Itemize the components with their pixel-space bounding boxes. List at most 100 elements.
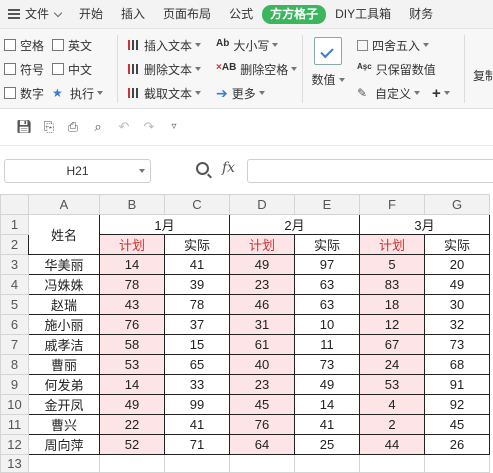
- name-cell[interactable]: 华美丽: [28, 254, 100, 275]
- plan-value-cell[interactable]: 52: [99, 434, 165, 455]
- row-header[interactable]: 11: [0, 414, 29, 435]
- actual-value-cell[interactable]: 63: [294, 274, 360, 295]
- actual-value-cell[interactable]: 32: [424, 314, 490, 335]
- actual-value-cell[interactable]: 30: [424, 294, 490, 315]
- actual-value-cell[interactable]: 65: [164, 354, 230, 375]
- delete-space-button[interactable]: ×AB 删除空格: [216, 59, 298, 79]
- month-header-cell[interactable]: 1月: [99, 214, 230, 235]
- plan-value-cell[interactable]: 22: [99, 414, 165, 435]
- name-cell[interactable]: 何发弟: [28, 374, 100, 395]
- redo-icon[interactable]: ↷: [142, 120, 156, 134]
- column-header-E[interactable]: E: [294, 194, 360, 215]
- print-preview-icon[interactable]: ⌕: [91, 120, 105, 134]
- value-button[interactable]: 数值: [310, 37, 346, 88]
- name-cell[interactable]: 戚孝洁: [28, 334, 100, 355]
- row-header[interactable]: 7: [0, 334, 29, 355]
- plan-value-cell[interactable]: 18: [359, 294, 425, 315]
- undo-icon[interactable]: ↶: [117, 120, 131, 134]
- zoom-icon[interactable]: [196, 162, 209, 175]
- actual-value-cell[interactable]: 11: [294, 334, 360, 355]
- actual-value-cell[interactable]: 41: [164, 254, 230, 275]
- actual-value-cell[interactable]: 25: [294, 434, 360, 455]
- plan-header-cell[interactable]: 计划: [359, 234, 425, 255]
- tab-fangfang-gezi[interactable]: 方方格子: [262, 4, 327, 24]
- plan-value-cell[interactable]: 83: [359, 274, 425, 295]
- tab-finance[interactable]: 财务: [400, 0, 442, 28]
- plan-value-cell[interactable]: 49: [99, 394, 165, 415]
- row-header[interactable]: 13: [0, 454, 29, 473]
- plan-header-cell[interactable]: 计划: [229, 234, 295, 255]
- plan-value-cell[interactable]: 4: [359, 394, 425, 415]
- actual-value-cell[interactable]: 49: [294, 374, 360, 395]
- plan-header-cell[interactable]: 计划: [99, 234, 165, 255]
- check-space[interactable]: 空格: [4, 35, 44, 55]
- plan-value-cell[interactable]: 23: [229, 374, 295, 395]
- empty-cell[interactable]: [164, 454, 230, 473]
- plan-value-cell[interactable]: 49: [229, 254, 295, 275]
- empty-cell[interactable]: [229, 454, 295, 473]
- plan-value-cell[interactable]: 12: [359, 314, 425, 335]
- plan-value-cell[interactable]: 14: [99, 254, 165, 275]
- plan-value-cell[interactable]: 46: [229, 294, 295, 315]
- plan-value-cell[interactable]: 24: [359, 354, 425, 375]
- row-header[interactable]: 10: [0, 394, 29, 415]
- print-icon[interactable]: ⎙: [66, 120, 80, 134]
- actual-value-cell[interactable]: 39: [164, 274, 230, 295]
- column-header-F[interactable]: F: [359, 194, 425, 215]
- plan-value-cell[interactable]: 61: [229, 334, 295, 355]
- actual-value-cell[interactable]: 20: [424, 254, 490, 275]
- check-symbol[interactable]: 符号: [4, 59, 44, 79]
- fx-icon[interactable]: fx: [222, 160, 235, 176]
- format-painter-icon[interactable]: ⎘: [42, 120, 56, 134]
- insert-text-button[interactable]: 插入文本: [126, 35, 202, 55]
- tab-home[interactable]: 开始: [70, 0, 112, 28]
- customize-dropdown-icon[interactable]: ▿: [167, 120, 181, 134]
- actual-value-cell[interactable]: 73: [294, 354, 360, 375]
- check-chinese[interactable]: 中文: [52, 59, 92, 79]
- empty-cell[interactable]: [359, 454, 425, 473]
- save-icon[interactable]: 💾︎: [16, 120, 33, 134]
- actual-value-cell[interactable]: 33: [164, 374, 230, 395]
- plan-value-cell[interactable]: 14: [99, 374, 165, 395]
- row-header[interactable]: 5: [0, 294, 29, 315]
- plan-value-cell[interactable]: 40: [229, 354, 295, 375]
- column-header-D[interactable]: D: [229, 194, 295, 215]
- name-cell[interactable]: 曹兴: [28, 414, 100, 435]
- actual-value-cell[interactable]: 99: [164, 394, 230, 415]
- tab-page-layout[interactable]: 页面布局: [154, 0, 220, 28]
- actual-value-cell[interactable]: 92: [424, 394, 490, 415]
- actual-header-cell[interactable]: 实际: [164, 234, 230, 255]
- row-header[interactable]: 9: [0, 374, 29, 395]
- actual-value-cell[interactable]: 49: [424, 274, 490, 295]
- check-number[interactable]: 数字: [4, 83, 44, 103]
- actual-value-cell[interactable]: 26: [424, 434, 490, 455]
- tab-diy-toolbox[interactable]: DIY工具箱: [326, 0, 400, 28]
- plan-value-cell[interactable]: 53: [359, 374, 425, 395]
- actual-value-cell[interactable]: 63: [294, 294, 360, 315]
- actual-value-cell[interactable]: 14: [294, 394, 360, 415]
- plan-value-cell[interactable]: 53: [99, 354, 165, 375]
- actual-header-cell[interactable]: 实际: [424, 234, 490, 255]
- plan-value-cell[interactable]: 2: [359, 414, 425, 435]
- actual-value-cell[interactable]: 71: [164, 434, 230, 455]
- actual-value-cell[interactable]: 91: [424, 374, 490, 395]
- actual-value-cell[interactable]: 41: [294, 414, 360, 435]
- actual-value-cell[interactable]: 37: [164, 314, 230, 335]
- empty-cell[interactable]: [424, 454, 490, 473]
- actual-value-cell[interactable]: 73: [424, 334, 490, 355]
- formula-input[interactable]: [247, 159, 493, 183]
- name-cell[interactable]: 周向萍: [28, 434, 100, 455]
- case-button[interactable]: Ab 大小写: [216, 35, 279, 55]
- actual-value-cell[interactable]: 15: [164, 334, 230, 355]
- file-menu[interactable]: 文件: [0, 0, 70, 28]
- month-header-cell[interactable]: 3月: [359, 214, 490, 235]
- execute-button[interactable]: ★ 执行: [52, 83, 104, 103]
- actual-value-cell[interactable]: 78: [164, 294, 230, 315]
- actual-value-cell[interactable]: 10: [294, 314, 360, 335]
- plan-value-cell[interactable]: 78: [99, 274, 165, 295]
- row-header[interactable]: 4: [0, 274, 29, 295]
- add-button[interactable]: +: [432, 83, 450, 103]
- empty-cell[interactable]: [28, 454, 100, 473]
- keep-values-button[interactable]: Aşc 只保留数值: [357, 59, 436, 79]
- round-button[interactable]: 四舍五入: [357, 35, 430, 55]
